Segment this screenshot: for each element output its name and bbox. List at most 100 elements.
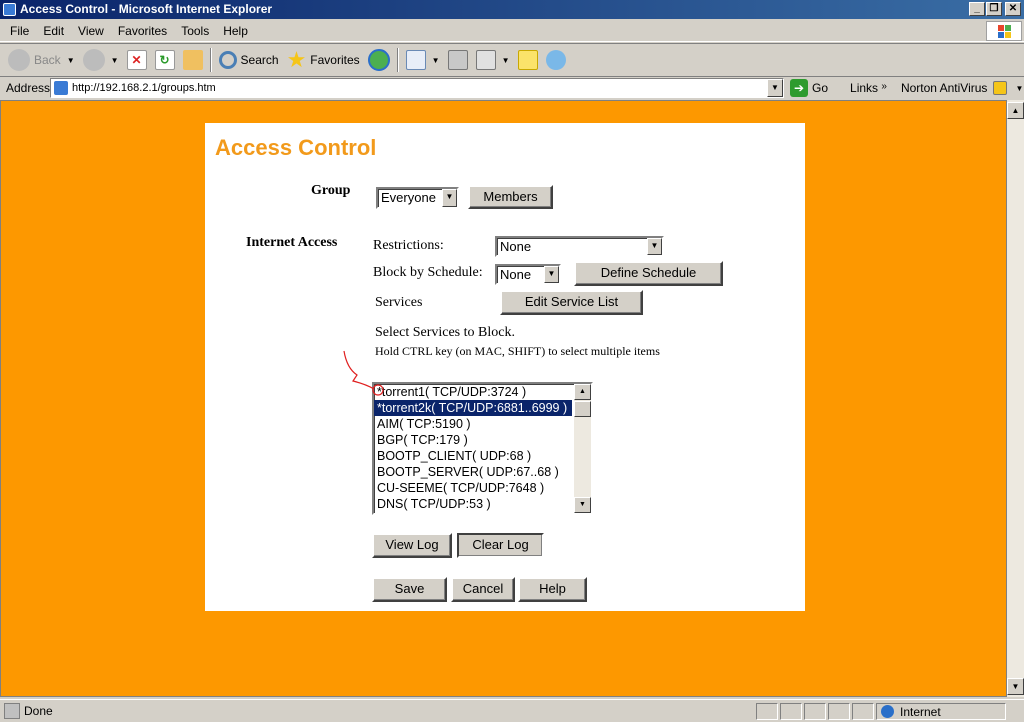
favorites-label: Favorites [310,53,360,67]
list-item[interactable]: BOOTP_SERVER( UDP:67..68 ) [374,464,572,480]
status-cell [756,703,778,720]
address-label: Address [6,81,51,95]
access-control-panel: Access Control Group Everyone ▼ Members … [205,123,805,611]
go-arrow-icon: ➔ [790,79,808,97]
title-bar: Access Control - Microsoft Internet Expl… [0,0,1024,19]
help-button[interactable]: Help [518,577,587,602]
chevron-down-icon[interactable]: ▼ [111,56,119,65]
go-button[interactable]: ➔ Go [790,79,828,97]
media-button[interactable] [364,45,394,75]
address-input[interactable]: http://192.168.2.1/groups.htm ▼ [50,78,784,98]
internet-access-label: Internet Access [246,235,338,250]
norton-label: Norton AntiVirus [900,81,988,95]
favorites-button[interactable]: ★ Favorites [283,45,364,75]
messenger-icon [545,50,566,70]
scroll-down-icon[interactable]: ▼ [574,497,591,513]
home-button[interactable] [179,45,207,75]
scroll-up-icon[interactable]: ▲ [574,384,591,400]
back-arrow-icon [8,49,30,71]
note-icon [517,50,538,70]
home-icon [182,50,203,70]
view-log-button[interactable]: View Log [372,533,452,558]
links-button[interactable]: Links » [850,81,887,95]
scroll-thumb[interactable] [574,401,591,417]
chevron-down-icon[interactable]: ▼ [647,238,662,255]
save-button[interactable]: Save [372,577,447,602]
status-cell [804,703,826,720]
scroll-up-icon[interactable]: ▲ [1007,102,1024,119]
address-bar: Address http://192.168.2.1/groups.htm ▼ … [0,77,1024,99]
windows-logo-icon [986,21,1022,41]
chevron-down-icon[interactable]: ▼ [442,189,457,207]
edit-service-list-button[interactable]: Edit Service List [500,290,643,315]
menu-help[interactable]: Help [215,20,254,38]
toolbar-separator [209,48,212,72]
address-dropdown-arrow-icon[interactable]: ▼ [767,79,783,97]
search-label: Search [240,53,279,67]
group-select[interactable]: Everyone ▼ [376,187,459,209]
page-icon [54,81,68,95]
select-services-text: Select Services to Block. [375,325,515,340]
stop-button[interactable]: ✕ [123,45,151,75]
search-button[interactable]: Search [215,45,283,75]
close-button[interactable]: ✕ [1005,2,1021,16]
page-title: Access Control [215,135,377,160]
cancel-button[interactable]: Cancel [451,577,515,602]
restrictions-select[interactable]: None ▼ [495,236,664,257]
page-scrollbar[interactable]: ▲ ▼ [1007,100,1024,697]
hold-ctrl-hint: Hold CTRL key (on MAC, SHIFT) to select … [375,344,660,358]
messenger-button[interactable] [542,45,570,75]
block-schedule-label: Block by Schedule: [373,265,483,280]
menu-edit[interactable]: Edit [35,20,70,38]
scroll-down-icon[interactable]: ▼ [1007,678,1024,695]
list-item[interactable]: DNS( TCP/UDP:53 ) [374,496,572,512]
block-schedule-select[interactable]: None ▼ [495,264,561,285]
security-zone: Internet [876,703,1006,720]
forward-button[interactable]: ▼ [79,45,123,75]
minimize-button[interactable]: _ [969,2,985,16]
list-item[interactable]: *torrent1( TCP/UDP:3724 ) [374,384,572,400]
listbox-scrollbar[interactable]: ▲ ▼ [574,384,591,513]
norton-antivirus-button[interactable]: Norton AntiVirus ▼ [901,81,1023,95]
group-select-value: Everyone [381,190,436,205]
list-item[interactable]: CU-SEEME( TCP/UDP:7648 ) [374,480,572,496]
define-schedule-button[interactable]: Define Schedule [574,261,723,286]
status-bar: Done Internet [0,699,1024,722]
menu-file[interactable]: File [0,20,35,38]
list-item[interactable]: BGP( TCP:179 ) [374,432,572,448]
status-cell [828,703,850,720]
go-label: Go [812,81,829,95]
links-label: Links [850,81,879,95]
restore-button[interactable]: ❐ [986,2,1002,16]
list-item[interactable]: AIM( TCP:5190 ) [374,416,572,432]
chevron-down-icon[interactable]: ▼ [544,266,559,283]
standard-toolbar: Back ▼ ▼ ✕ ↻ Search ★ Favorites ▼ ▼ [0,43,1024,77]
refresh-button[interactable]: ↻ [151,45,179,75]
window-title: Access Control - Microsoft Internet Expl… [20,2,273,16]
mail-button[interactable]: ▼ [402,45,444,75]
discuss-button[interactable] [514,45,542,75]
services-listbox[interactable]: *torrent1( TCP/UDP:3724 ) *torrent2k( TC… [372,382,593,515]
block-schedule-select-value: None [500,267,532,282]
refresh-icon: ↻ [154,50,175,70]
chevron-down-icon[interactable]: ▼ [1015,84,1023,93]
list-item-selected[interactable]: *torrent2k( TCP/UDP:6881..6999 ) [374,400,572,416]
page-content: Access Control Group Everyone ▼ Members … [0,100,1007,697]
chevron-down-icon[interactable]: ▼ [432,56,440,65]
menu-favorites[interactable]: Favorites [110,20,173,38]
members-button[interactable]: Members [468,185,553,209]
list-item[interactable]: BOOTP_CLIENT( UDP:68 ) [374,448,572,464]
toolbar-separator [396,48,399,72]
chevron-down-icon[interactable]: ▼ [502,56,510,65]
edit-button[interactable]: ▼ [472,45,514,75]
forward-arrow-icon [82,49,105,71]
edit-page-icon [475,50,496,70]
chevron-down-icon[interactable]: ▼ [67,56,75,65]
status-text: Done [24,704,53,718]
back-label: Back [34,53,61,67]
clear-log-button[interactable]: Clear Log [457,533,544,558]
back-button[interactable]: Back ▼ [4,45,79,75]
menu-tools[interactable]: Tools [173,20,215,38]
menu-view[interactable]: View [70,20,110,38]
print-button[interactable] [444,45,472,75]
